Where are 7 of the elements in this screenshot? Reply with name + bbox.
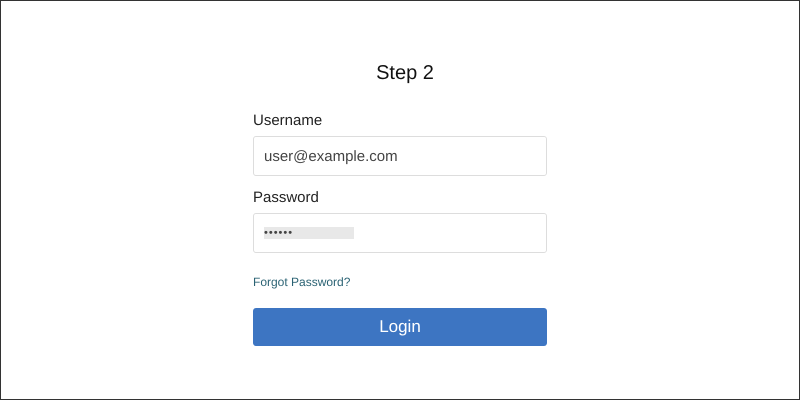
username-field[interactable]: user@example.com bbox=[253, 136, 547, 176]
field-label: Password bbox=[253, 188, 320, 208]
step-title: Step 2 bbox=[375, 61, 435, 86]
forgot-password-link[interactable]: Forgot Password? bbox=[253, 273, 350, 291]
login-button[interactable]: Login bbox=[253, 308, 547, 346]
password-field[interactable]: •••••• bbox=[253, 213, 547, 253]
field-label: Username bbox=[253, 111, 324, 131]
